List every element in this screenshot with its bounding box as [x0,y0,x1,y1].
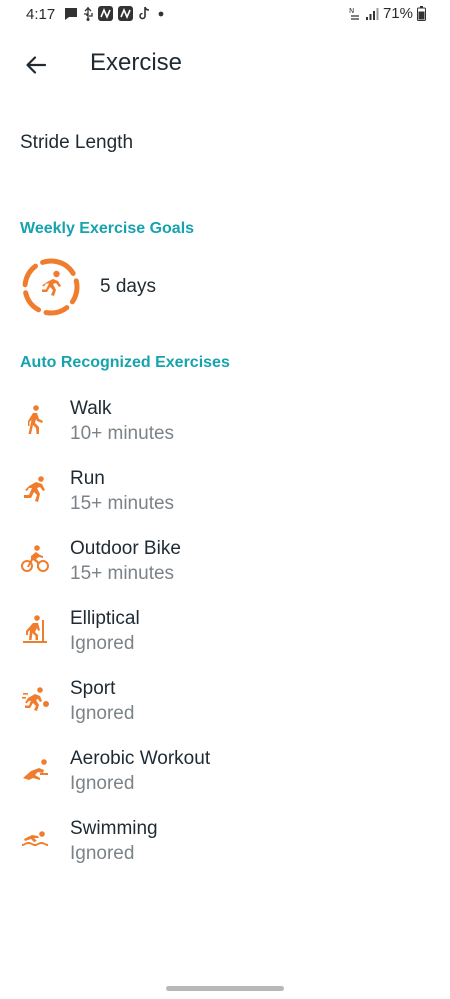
battery-percent: 71% [382,5,413,22]
status-bar: 4:17 N 71% [0,0,450,30]
exercise-detail: Ignored [70,773,135,794]
exercise-item-aerobic-workout[interactable]: Aerobic Workout Ignored [0,742,450,812]
exercise-item-elliptical[interactable]: Elliptical Ignored [0,602,450,672]
exercise-detail: 10+ minutes [70,423,175,444]
exercise-name: Sport [70,678,116,699]
status-time: 4:17 [26,6,56,23]
nfc-icon: N [349,7,359,20]
exercise-detail: Ignored [70,633,135,654]
arrow-left-icon [26,56,47,74]
dot-icon [158,11,164,16]
exercise-list: Walk 10+ minutes Run 15+ minutes Outdoor… [0,392,450,882]
message-icon [65,7,77,20]
exercise-detail: Ignored [70,843,135,864]
exercise-name: Swimming [70,818,158,839]
usb-icon [84,6,93,21]
exercise-detail: 15+ minutes [70,563,175,584]
exercise-item-sport[interactable]: Sport Ignored [0,672,450,742]
run-icon [24,476,45,502]
battery-icon [417,6,426,21]
exercise-name: Elliptical [70,608,140,629]
page-title: Exercise [90,49,183,76]
swim-icon [22,831,48,846]
svg-text:N: N [349,7,354,15]
notification-icons [64,6,166,21]
exercise-detail: Ignored [70,703,135,724]
exercise-item-outdoor-bike[interactable]: Outdoor Bike 15+ minutes [0,532,450,602]
fitbit-n-icon [118,6,133,21]
walk-icon [28,405,43,434]
signal-icon [365,7,379,20]
exercise-name: Walk [70,398,112,419]
back-button[interactable] [20,49,52,81]
weekly-goals-header: Weekly Exercise Goals [20,220,195,237]
home-indicator[interactable] [166,986,284,991]
runner-ring-icon [20,256,82,318]
exercise-item-run[interactable]: Run 15+ minutes [0,462,450,532]
weekly-goal-value: 5 days [100,276,156,297]
sport-icon [22,687,49,711]
stride-length-item[interactable]: Stride Length [20,132,133,154]
exercise-item-swimming[interactable]: Swimming Ignored [0,812,450,882]
fitbit-n-icon [98,6,113,21]
exercise-item-walk[interactable]: Walk 10+ minutes [0,392,450,462]
auto-recognized-header: Auto Recognized Exercises [20,354,230,371]
exercise-detail: 15+ minutes [70,493,175,514]
exercise-name: Outdoor Bike [70,538,181,559]
exercise-name: Run [70,468,105,489]
tiktok-icon [139,6,150,20]
aerobic-icon [23,759,48,780]
weekly-goal-item[interactable]: 5 days [20,256,156,318]
bike-icon [21,545,49,572]
status-right: N 71% [349,5,426,22]
exercise-name: Aerobic Workout [70,748,211,769]
elliptical-icon [23,615,47,643]
